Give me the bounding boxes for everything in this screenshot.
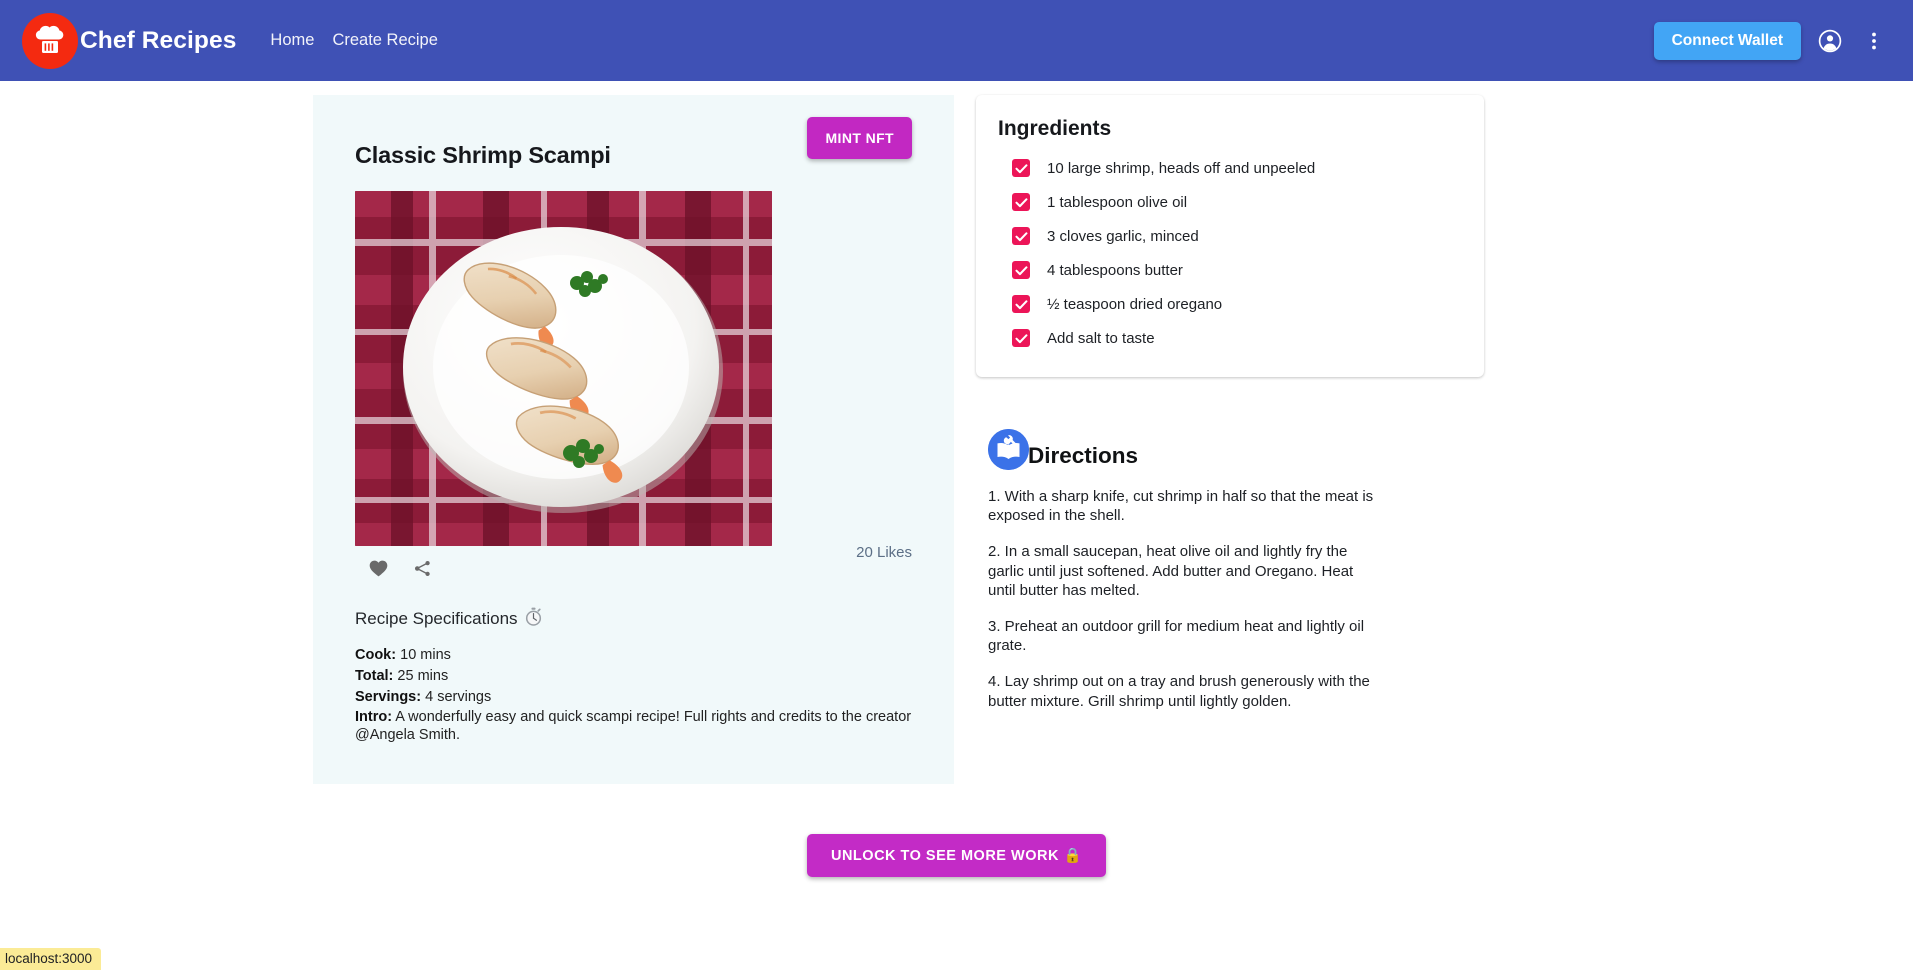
spec-intro-label: Intro:: [355, 709, 393, 726]
recipe-header: Classic Shrimp Scampi MINT NFT: [355, 117, 912, 175]
share-icon[interactable]: [413, 559, 432, 583]
recipe-specifications-text: Recipe Specifications: [355, 609, 518, 628]
nav-link-home[interactable]: Home: [270, 31, 314, 50]
page-body: Classic Shrimp Scampi MINT NFT 20 Likes …: [0, 81, 1913, 970]
mint-nft-button[interactable]: MINT NFT: [807, 117, 912, 159]
direction-step: 3. Preheat an outdoor grill for medium h…: [988, 617, 1365, 655]
top-navbar: Chef Recipes Home Create Recipe Connect …: [0, 0, 1913, 81]
ingredient-label: 1 tablespoon olive oil: [1047, 193, 1188, 211]
likes-count-label: 20 Likes: [856, 544, 912, 561]
ingredient-label: Add salt to taste: [1047, 329, 1155, 347]
ingredient-checkbox[interactable]: [1012, 193, 1030, 211]
recipe-actions: 20 Likes: [355, 544, 912, 588]
account-circle-icon[interactable]: [1815, 26, 1845, 56]
spec-cook: Cook: 10 mins: [355, 647, 912, 665]
nav-link-create-recipe[interactable]: Create Recipe: [332, 31, 437, 50]
open-book-tool-icon: [988, 429, 1029, 470]
ingredient-checkbox[interactable]: [1012, 295, 1030, 313]
status-bar-url: localhost:3000: [0, 948, 102, 970]
spec-intro-value: A wonderfully easy and quick scampi reci…: [355, 709, 912, 744]
ingredients-title: Ingredients: [998, 117, 1112, 140]
unlock-more-work-button[interactable]: UNLOCK TO SEE MORE WORK 🔒: [806, 834, 1106, 878]
ingredient-label: ½ teaspoon dried oregano: [1047, 295, 1223, 313]
spec-cook-label: Cook:: [355, 647, 397, 663]
direction-step: 4. Lay shrimp out on a tray and brush ge…: [988, 673, 1370, 710]
spec-servings-value: 4 servings: [425, 688, 492, 705]
brand[interactable]: Chef Recipes: [22, 12, 237, 69]
ingredients-card: Ingredients 10 large shrimp, heads off a…: [976, 95, 1484, 377]
ingredient-label: 4 tablespoons butter: [1047, 261, 1183, 279]
ingredient-checkbox[interactable]: [1012, 227, 1030, 245]
recipe-card: Classic Shrimp Scampi MINT NFT 20 Likes …: [313, 95, 954, 785]
spec-servings-label: Servings:: [355, 688, 422, 705]
recipe-specs-list: Cook: 10 mins Total: 25 mins Servings: 4…: [355, 647, 912, 745]
ingredient-item[interactable]: 1 tablespoon olive oil: [998, 185, 1462, 219]
spec-servings: Servings: 4 servings: [355, 689, 912, 707]
directions-title: Directions: [1028, 443, 1139, 468]
recipe-photo: [355, 191, 772, 546]
stopwatch-icon: [525, 607, 542, 631]
spec-intro: Intro: A wonderfully easy and quick scam…: [355, 709, 912, 745]
ingredient-label: 10 large shrimp, heads off and unpeeled: [1047, 159, 1316, 177]
nav-links: Home Create Recipe: [270, 31, 438, 50]
heart-icon[interactable]: [369, 560, 388, 582]
spec-total-value: 25 mins: [397, 667, 449, 684]
direction-step: 2. In a small saucepan, heat olive oil a…: [988, 543, 1354, 599]
recipe-specifications-heading: Recipe Specifications: [355, 607, 912, 631]
ingredient-checkbox[interactable]: [1012, 329, 1030, 347]
ingredient-checkbox[interactable]: [1012, 159, 1030, 177]
right-column: Ingredients 10 large shrimp, heads off a…: [976, 95, 1484, 726]
spec-total-label: Total:: [355, 667, 394, 684]
directions-heading: Directions: [988, 429, 1484, 470]
spec-cook-value: 10 mins: [400, 647, 451, 663]
ingredient-label: 3 cloves garlic, minced: [1047, 227, 1199, 245]
recipe-title: Classic Shrimp Scampi: [355, 142, 611, 168]
connect-wallet-button[interactable]: Connect Wallet: [1653, 21, 1801, 60]
directions-section: Directions 1. With a sharp knife, cut sh…: [976, 429, 1484, 711]
ingredient-item[interactable]: 10 large shrimp, heads off and unpeeled: [998, 151, 1462, 185]
chef-hat-icon: [22, 12, 78, 69]
direction-step: 1. With a sharp knife, cut shrimp in hal…: [988, 488, 1374, 525]
nav-right-group: Connect Wallet: [1653, 21, 1889, 60]
spec-total: Total: 25 mins: [355, 668, 912, 686]
content-row: Classic Shrimp Scampi MINT NFT 20 Likes …: [0, 81, 1913, 785]
ingredient-item[interactable]: ½ teaspoon dried oregano: [998, 287, 1462, 321]
ingredient-checkbox[interactable]: [1012, 261, 1030, 279]
ingredient-item[interactable]: Add salt to taste: [998, 321, 1462, 355]
more-vert-icon[interactable]: [1859, 26, 1889, 56]
ingredient-item[interactable]: 3 cloves garlic, minced: [998, 219, 1462, 253]
footer-area: UNLOCK TO SEE MORE WORK 🔒: [0, 834, 1913, 878]
brand-name: Chef Recipes: [80, 26, 237, 54]
ingredient-item[interactable]: 4 tablespoons butter: [998, 253, 1462, 287]
